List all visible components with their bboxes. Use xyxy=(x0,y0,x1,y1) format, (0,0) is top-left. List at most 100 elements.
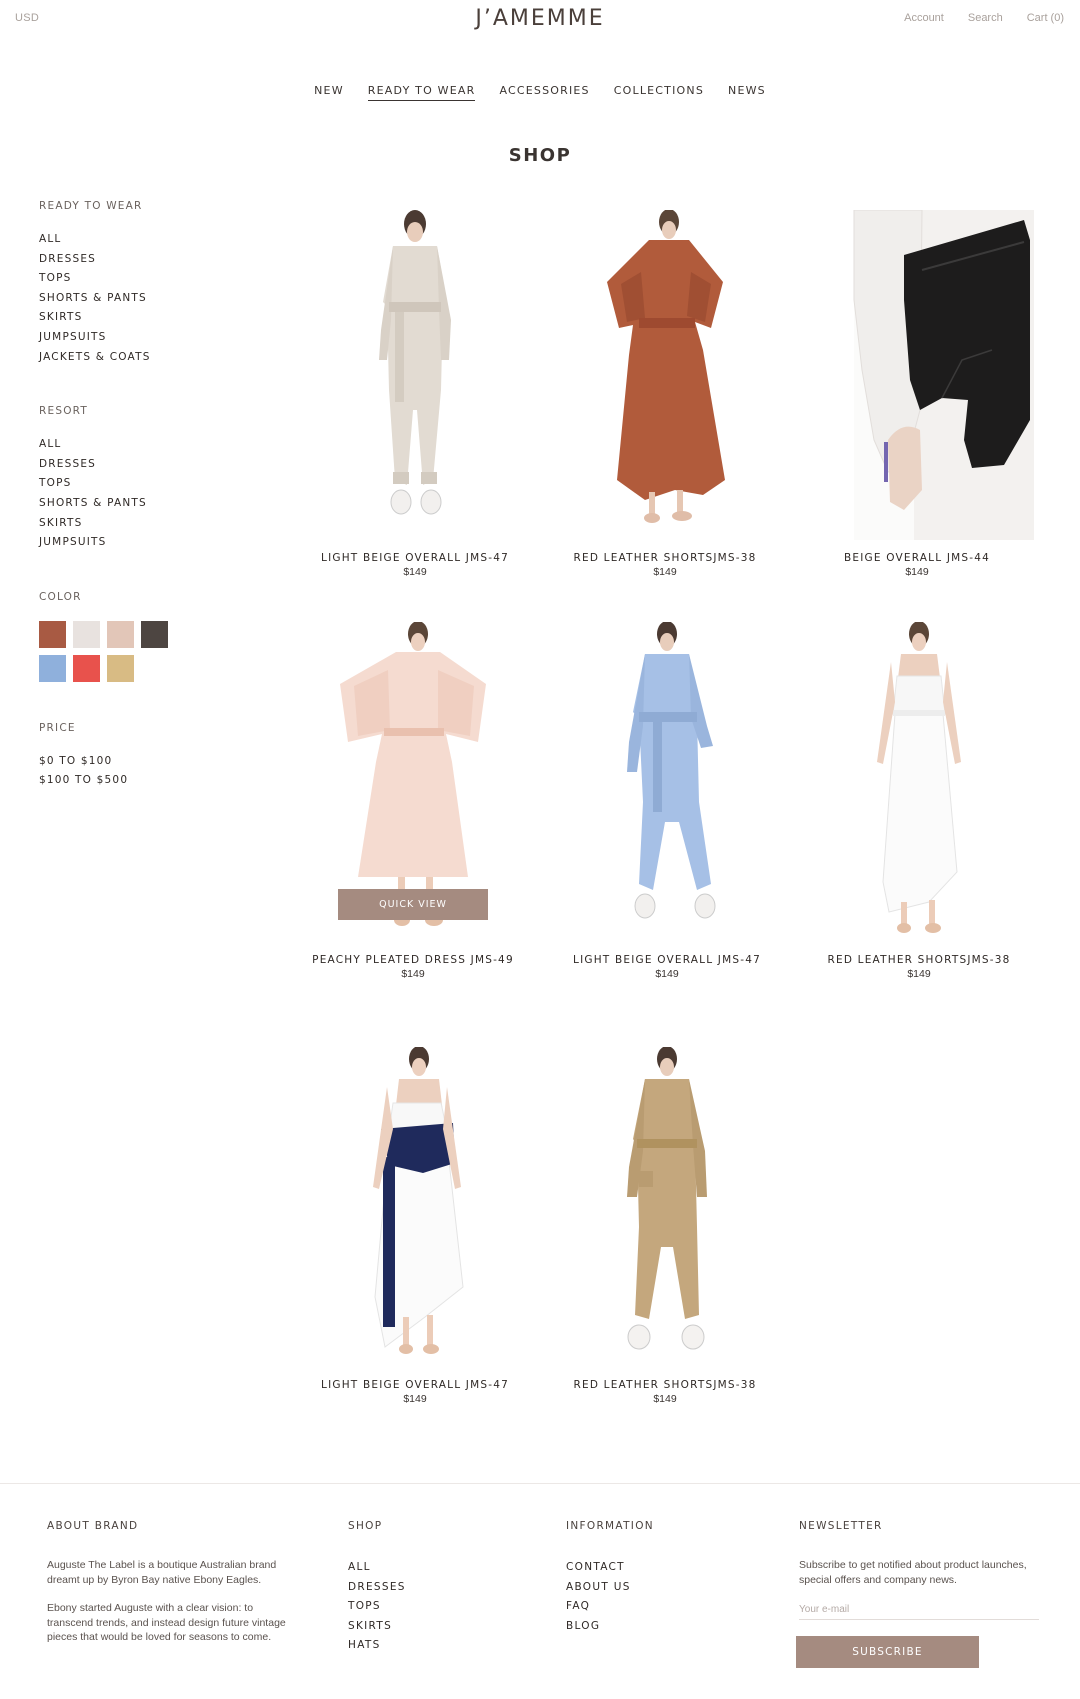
product-card[interactable]: RED LEATHER SHORTSJMS-38 $149 xyxy=(794,622,1044,980)
product-price: $149 xyxy=(905,566,929,578)
product-price: $149 xyxy=(907,968,931,980)
product-name[interactable]: LIGHT BEIGE OVERALL JMS-47 xyxy=(290,1379,540,1391)
product-image[interactable] xyxy=(585,210,745,540)
footer-link[interactable]: ABOUT US xyxy=(566,1578,654,1598)
category-item[interactable]: ALL xyxy=(39,435,259,455)
product-name[interactable]: LIGHT BEIGE OVERALL JMS-47 xyxy=(290,552,540,564)
footer-link[interactable]: TOPS xyxy=(348,1597,406,1617)
nav-collections[interactable]: COLLECTIONS xyxy=(614,84,704,101)
nav-ready-to-wear[interactable]: READY TO WEAR xyxy=(367,84,476,101)
newsletter-text: Subscribe to get notified about product … xyxy=(799,1559,1027,1586)
product-card[interactable]: QUICK VIEW PEACHY PLEATED DRESS JMS-49 $… xyxy=(288,622,538,980)
footer-link[interactable]: CONTACT xyxy=(566,1558,654,1578)
product-image[interactable] xyxy=(335,210,495,540)
product-name[interactable]: PEACHY PLEATED DRESS JMS-49 xyxy=(288,954,538,966)
blue-jumpsuit-illustration xyxy=(627,622,716,919)
category-item[interactable]: JUMPSUITS xyxy=(39,533,259,553)
newsletter-email-input[interactable] xyxy=(799,1601,1039,1620)
price-range-item[interactable]: $0 TO $100 xyxy=(39,752,259,772)
footer-information: INFORMATION CONTACT ABOUT US FAQ BLOG xyxy=(566,1520,654,1636)
product-card[interactable]: RED LEATHER SHORTSJMS-38 $149 xyxy=(540,210,790,578)
product-card[interactable]: LIGHT BEIGE OVERALL JMS-47 $149 xyxy=(290,210,540,578)
product-name[interactable]: RED LEATHER SHORTSJMS-38 xyxy=(540,552,790,564)
footer-shop-list: ALL DRESSES TOPS SKIRTS HATS xyxy=(348,1558,406,1656)
product-image[interactable] xyxy=(792,210,1042,540)
main-nav: NEW READY TO WEAR ACCESSORIES COLLECTION… xyxy=(0,84,1080,101)
footer-shop-heading: SHOP xyxy=(348,1520,383,1532)
product-card[interactable]: RED LEATHER SHORTSJMS-38 $149 xyxy=(540,1047,790,1405)
cart-link[interactable]: Cart (0) xyxy=(1027,12,1064,24)
account-link[interactable]: Account xyxy=(904,12,944,24)
product-name[interactable]: LIGHT BEIGE OVERALL JMS-47 xyxy=(542,954,792,966)
category-item[interactable]: SHORTS & PANTS xyxy=(39,289,259,309)
footer-about-heading: ABOUT BRAND xyxy=(47,1520,139,1532)
product-card[interactable]: BEIGE OVERALL JMS-44 $149 xyxy=(792,210,1042,578)
product-price: $149 xyxy=(401,968,425,980)
footer-link[interactable]: ALL xyxy=(348,1558,406,1578)
product-price: $149 xyxy=(403,566,427,578)
category-item[interactable]: DRESSES xyxy=(39,455,259,475)
color-swatch[interactable] xyxy=(107,654,134,682)
top-bar: USD J’AMEMME Account Search Cart (0) xyxy=(0,0,1080,40)
subscribe-button[interactable]: SUBSCRIBE xyxy=(796,1636,979,1668)
search-link[interactable]: Search xyxy=(968,12,1003,24)
filter-heading-color: COLOR xyxy=(39,590,82,603)
rust-pleated-dress-illustration xyxy=(607,210,725,523)
product-price: $149 xyxy=(653,566,677,578)
color-swatch[interactable] xyxy=(39,654,66,682)
nav-news[interactable]: NEWS xyxy=(728,84,766,101)
product-card[interactable]: LIGHT BEIGE OVERALL JMS-47 $149 xyxy=(542,622,792,980)
nav-new[interactable]: NEW xyxy=(314,84,344,101)
footer-information-heading: INFORMATION xyxy=(566,1520,654,1532)
filter-sidebar: READY TO WEAR ALL DRESSES TOPS SHORTS & … xyxy=(39,200,259,829)
category-item[interactable]: TOPS xyxy=(39,474,259,494)
product-image[interactable] xyxy=(849,622,989,942)
page-title: SHOP xyxy=(508,145,572,166)
beige-jumpsuit-illustration xyxy=(379,210,451,515)
quick-view-button[interactable]: QUICK VIEW xyxy=(338,889,488,920)
footer-information-list: CONTACT ABOUT US FAQ BLOG xyxy=(566,1558,654,1636)
color-swatch[interactable] xyxy=(73,654,100,682)
ready-to-wear-category-list: ALL DRESSES TOPS SHORTS & PANTS SKIRTS J… xyxy=(39,230,259,367)
color-swatch[interactable] xyxy=(107,620,134,648)
footer-about: ABOUT BRAND Auguste The Label is a bouti… xyxy=(47,1520,302,1645)
product-image[interactable] xyxy=(595,1047,735,1367)
category-item[interactable]: JACKETS & COATS xyxy=(39,348,259,368)
color-swatch[interactable] xyxy=(39,620,66,648)
product-image[interactable]: QUICK VIEW xyxy=(318,622,508,942)
footer-link[interactable]: BLOG xyxy=(566,1617,654,1637)
white-camisole-pleated-skirt-illustration xyxy=(877,622,961,933)
footer-link[interactable]: SKIRTS xyxy=(348,1617,406,1637)
footer-link[interactable]: HATS xyxy=(348,1636,406,1656)
filter-heading-resort: RESORT xyxy=(39,405,89,418)
footer-about-text: Auguste The Label is a boutique Australi… xyxy=(47,1559,277,1586)
category-item[interactable]: JUMPSUITS xyxy=(39,328,259,348)
footer-shop: SHOP ALL DRESSES TOPS SKIRTS HATS xyxy=(348,1520,406,1656)
color-swatch[interactable] xyxy=(141,620,168,648)
category-item[interactable]: TOPS xyxy=(39,269,259,289)
category-item[interactable]: DRESSES xyxy=(39,250,259,270)
category-item[interactable]: SKIRTS xyxy=(39,514,259,534)
nav-accessories[interactable]: ACCESSORIES xyxy=(499,84,589,101)
filter-heading-price: PRICE xyxy=(39,721,76,734)
resort-category-list: ALL DRESSES TOPS SHORTS & PANTS SKIRTS J… xyxy=(39,435,259,553)
product-price: $149 xyxy=(403,1393,427,1405)
footer-newsletter-heading: NEWSLETTER xyxy=(799,1520,883,1532)
footer-newsletter: NEWSLETTER Subscribe to get notified abo… xyxy=(796,1520,1039,1668)
category-item[interactable]: SKIRTS xyxy=(39,308,259,328)
footer-link[interactable]: FAQ xyxy=(566,1597,654,1617)
price-filter-list: $0 TO $100 $100 TO $500 xyxy=(39,752,259,791)
product-image[interactable] xyxy=(345,1047,485,1367)
footer-link[interactable]: DRESSES xyxy=(348,1578,406,1598)
product-name[interactable]: BEIGE OVERALL JMS-44 xyxy=(792,552,1042,564)
category-item[interactable]: ALL xyxy=(39,230,259,250)
product-card[interactable]: LIGHT BEIGE OVERALL JMS-47 $149 xyxy=(290,1047,540,1405)
category-item[interactable]: SHORTS & PANTS xyxy=(39,494,259,514)
product-name[interactable]: RED LEATHER SHORTSJMS-38 xyxy=(540,1379,790,1391)
black-leather-corset-illustration xyxy=(853,210,1034,540)
product-name[interactable]: RED LEATHER SHORTSJMS-38 xyxy=(794,954,1044,966)
price-range-item[interactable]: $100 TO $500 xyxy=(39,771,259,791)
color-swatch[interactable] xyxy=(73,620,100,648)
account-links: Account Search Cart (0) xyxy=(904,12,1064,24)
product-image[interactable] xyxy=(587,622,747,942)
